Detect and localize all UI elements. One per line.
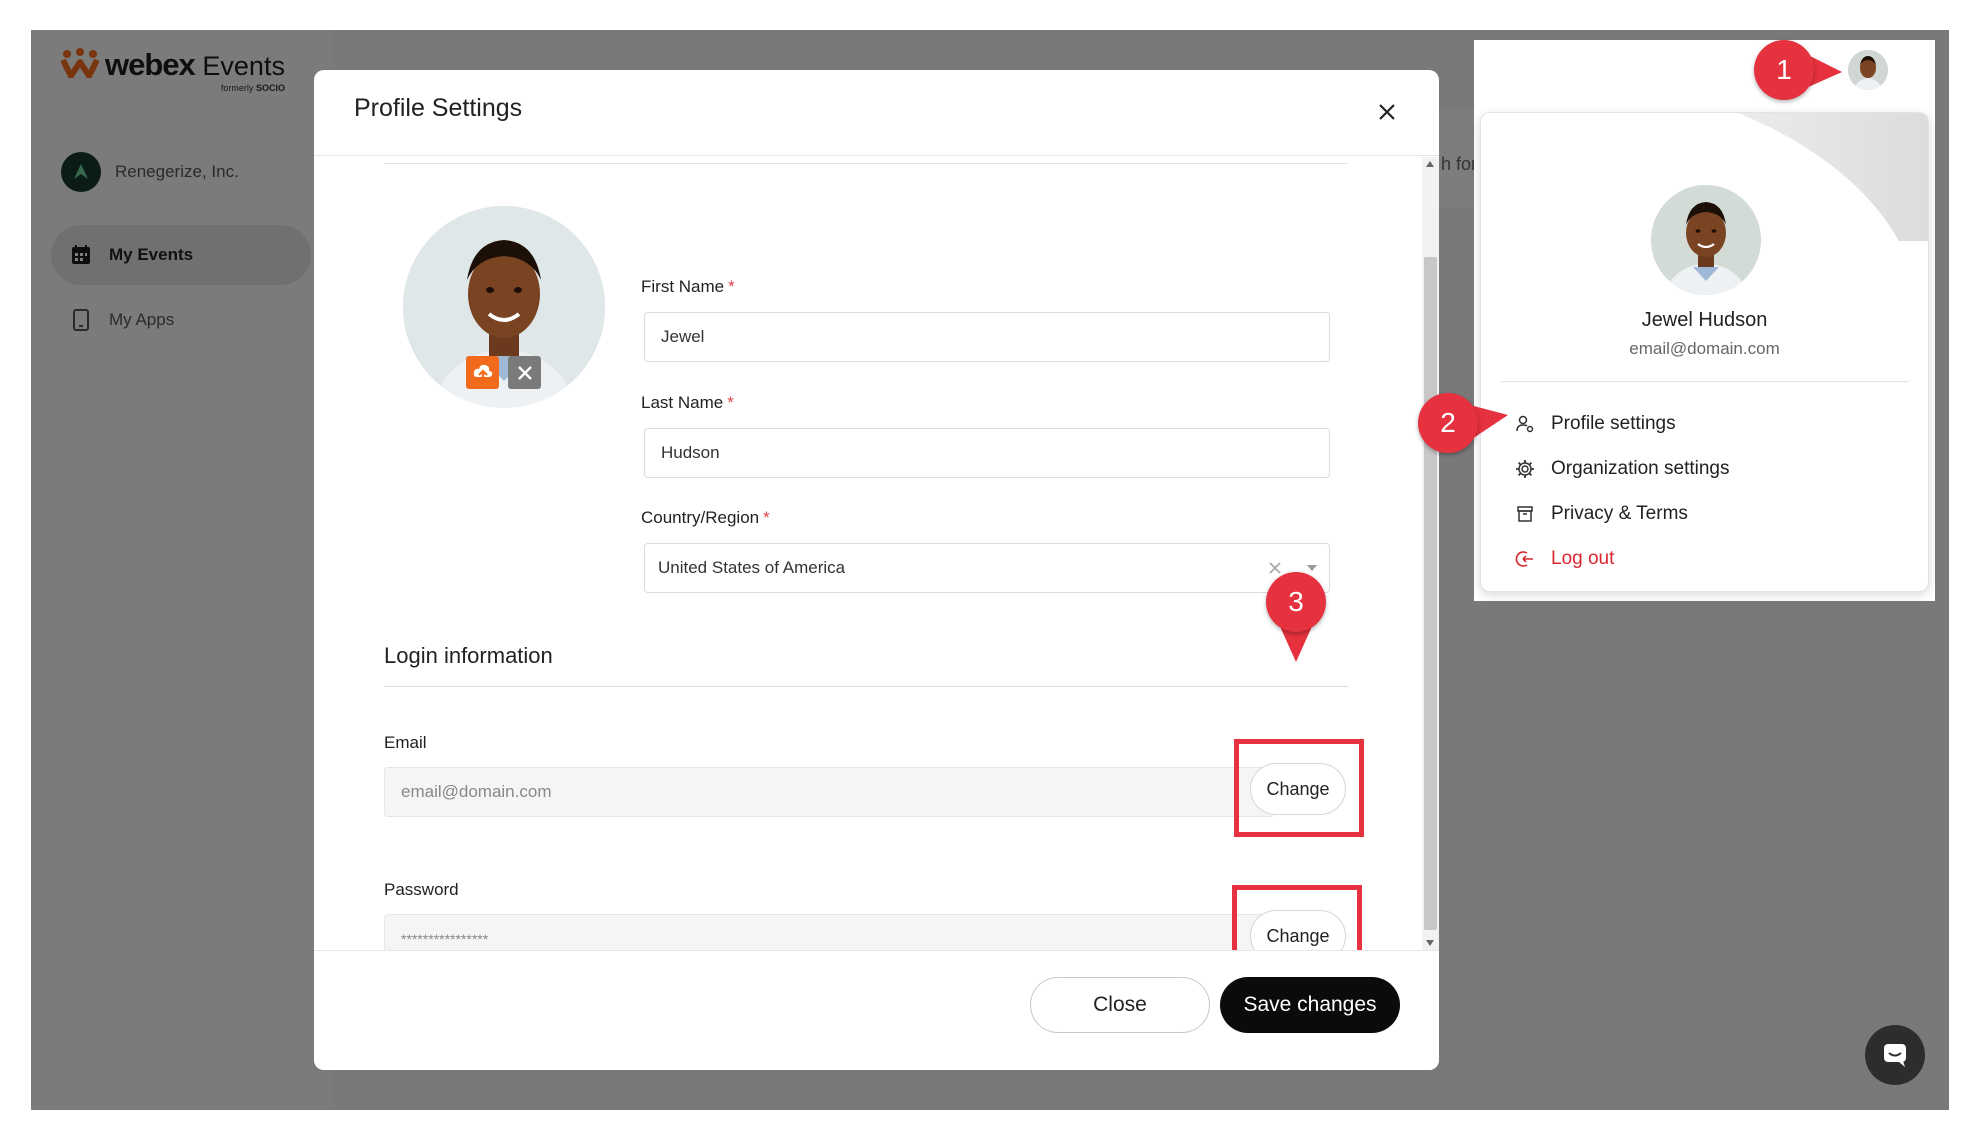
profile-settings-modal: Profile Settings First Name * Jewel Last… bbox=[314, 70, 1439, 1070]
menu-item-log-out[interactable]: Log out bbox=[1515, 548, 1614, 570]
cloud-upload-icon bbox=[473, 364, 492, 382]
modal-header: Profile Settings bbox=[314, 70, 1439, 156]
last-name-input[interactable]: Hudson bbox=[644, 428, 1330, 478]
last-name-value: Hudson bbox=[661, 443, 720, 462]
modal-title: Profile Settings bbox=[354, 94, 523, 122]
save-changes-button[interactable]: Save changes bbox=[1220, 977, 1400, 1033]
modal-body: First Name * Jewel Last Name * Hudson Coun… bbox=[314, 157, 1424, 950]
callout-number: 1 bbox=[1754, 40, 1814, 100]
step-callout-3: 3 bbox=[1266, 572, 1340, 662]
email-field-value: email@domain.com bbox=[401, 782, 552, 801]
user-email: email@domain.com bbox=[1629, 339, 1780, 358]
close-icon bbox=[517, 365, 532, 380]
first-name-label-text: First Name bbox=[641, 277, 725, 296]
step-callout-2: 2 bbox=[1418, 393, 1508, 459]
person-portrait-image bbox=[1848, 50, 1888, 90]
user-name: Jewel Hudson bbox=[1641, 309, 1768, 331]
password-field: **************** bbox=[384, 914, 1274, 950]
callout-number: 2 bbox=[1418, 393, 1478, 453]
menu-item-label: Privacy & Terms bbox=[1551, 503, 1688, 524]
country-label-text: Country/Region bbox=[641, 508, 760, 527]
menu-item-label: Organization settings bbox=[1551, 458, 1730, 479]
close-icon[interactable] bbox=[1375, 100, 1399, 124]
email-field: email@domain.com bbox=[384, 767, 1274, 817]
divider bbox=[1501, 381, 1909, 382]
gear-icon bbox=[1516, 460, 1534, 478]
country-value: United States of America bbox=[658, 558, 846, 577]
divider bbox=[384, 686, 1348, 687]
chat-support-button[interactable] bbox=[1865, 1025, 1925, 1085]
dropdown-avatar bbox=[1651, 185, 1761, 295]
remove-photo-button[interactable] bbox=[508, 356, 541, 389]
scrollbar-thumb[interactable] bbox=[1424, 257, 1437, 930]
menu-item-privacy-terms[interactable]: Privacy & Terms bbox=[1515, 503, 1688, 525]
upload-photo-button[interactable] bbox=[466, 356, 499, 389]
highlight-box-password bbox=[1232, 885, 1362, 950]
divider bbox=[384, 163, 1348, 164]
login-section-title: Login information bbox=[384, 643, 553, 668]
logout-icon bbox=[1515, 551, 1533, 567]
required-marker: * bbox=[727, 393, 734, 412]
menu-item-label: Profile settings bbox=[1551, 413, 1676, 434]
menu-item-organization-settings[interactable]: Organization settings bbox=[1515, 458, 1730, 480]
step-callout-1: 1 bbox=[1754, 40, 1842, 106]
modal-footer: Close Save changes bbox=[314, 950, 1439, 1070]
chevron-down-icon[interactable] bbox=[1307, 565, 1317, 571]
scroll-down-arrow-icon[interactable] bbox=[1426, 940, 1434, 946]
last-name-label: Last Name * bbox=[641, 393, 734, 413]
user-settings-icon bbox=[1516, 415, 1534, 433]
last-name-label-text: Last Name bbox=[641, 393, 724, 412]
password-field-value: **************** bbox=[401, 931, 489, 947]
country-select[interactable]: United States of America bbox=[644, 543, 1330, 593]
required-marker: * bbox=[728, 277, 735, 296]
menu-item-profile-settings[interactable]: Profile settings bbox=[1515, 413, 1676, 435]
photo-actions bbox=[466, 356, 541, 389]
callout-number: 3 bbox=[1266, 572, 1326, 632]
chat-icon bbox=[1884, 1044, 1906, 1067]
first-name-label: First Name * bbox=[641, 277, 735, 297]
user-dropdown-menu: Jewel Hudson email@domain.com Profile se… bbox=[1480, 112, 1929, 592]
first-name-input[interactable]: Jewel bbox=[644, 312, 1330, 362]
required-marker: * bbox=[763, 508, 770, 527]
highlight-box-email bbox=[1234, 739, 1364, 837]
person-portrait-image bbox=[1651, 185, 1761, 295]
header-avatar[interactable] bbox=[1848, 50, 1888, 90]
modal-scrollbar[interactable] bbox=[1422, 157, 1439, 950]
scroll-up-arrow-icon[interactable] bbox=[1426, 161, 1434, 167]
close-button[interactable]: Close bbox=[1030, 977, 1210, 1033]
country-label: Country/Region * bbox=[641, 508, 770, 528]
archive-icon bbox=[1517, 506, 1533, 522]
password-label: Password bbox=[384, 880, 459, 899]
menu-item-label: Log out bbox=[1551, 548, 1615, 569]
first-name-value: Jewel bbox=[661, 327, 705, 346]
email-label: Email bbox=[384, 733, 427, 752]
